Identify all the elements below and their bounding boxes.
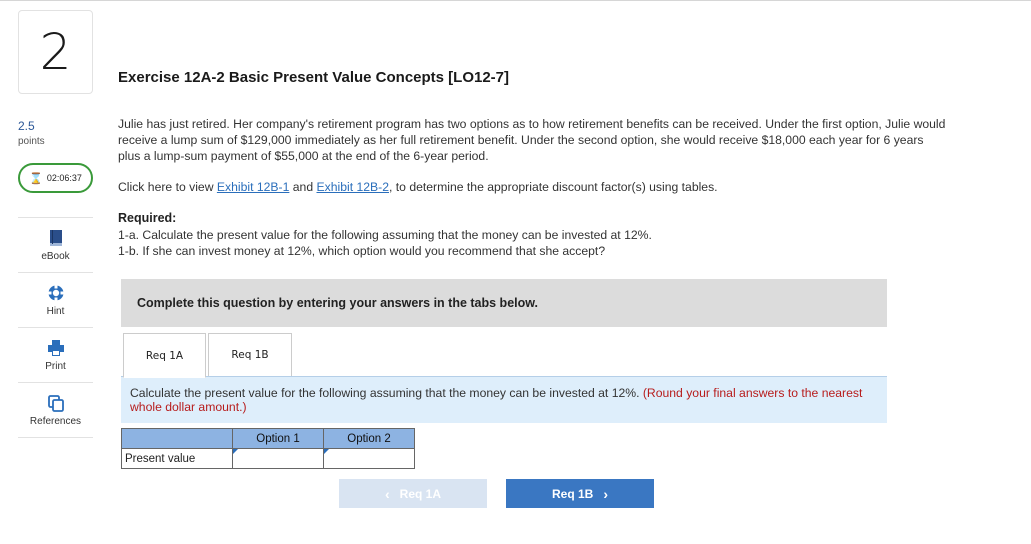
exhibit-and: and <box>289 180 317 194</box>
instruction-box: Calculate the present value for the foll… <box>121 376 887 423</box>
tab-req-1a[interactable]: Req 1A <box>123 333 206 378</box>
exhibit-12b1-link[interactable]: Exhibit 12B-1 <box>217 180 290 194</box>
exhibit-prefix: Click here to view <box>118 180 217 194</box>
points-label: points <box>18 136 45 147</box>
tab-req-1b[interactable]: Req 1B <box>208 333 292 377</box>
rail-label: Hint <box>46 305 65 317</box>
points-value: 2.5 <box>18 119 35 133</box>
next-label: Req 1B <box>551 486 594 501</box>
exhibit-12b2-link[interactable]: Exhibit 12B-2 <box>317 180 390 194</box>
rail-item-ebook[interactable]: eBook <box>18 217 93 272</box>
table-row: Present value <box>121 448 415 469</box>
exercise-title: Exercise 12A-2 Basic Present Value Conce… <box>118 69 510 86</box>
rail-label: eBook <box>41 250 70 262</box>
rail-item-references[interactable]: References <box>18 382 93 438</box>
required-heading: Required: <box>118 211 177 225</box>
next-req-button[interactable]: Req 1B › <box>506 479 654 508</box>
exhibit-suffix: , to determine the appropriate discount … <box>389 180 718 194</box>
rail-label: Print <box>45 360 66 372</box>
book-icon <box>46 229 66 247</box>
timer-badge: ⌛ 02:06:37 <box>18 163 93 193</box>
answer-table: Option 1 Option 2 Present value <box>121 428 415 469</box>
question-number: 2 <box>18 10 93 94</box>
chevron-right-icon: › <box>603 485 608 502</box>
chevron-left-icon: ‹ <box>384 485 390 502</box>
top-divider <box>0 0 1031 1</box>
tool-rail: eBook Hint Print References <box>18 217 93 438</box>
rail-item-print[interactable]: Print <box>18 327 93 382</box>
requirement-1a: 1-a. Calculate the present value for the… <box>118 228 652 242</box>
requirement-1b: 1-b. If she can invest money at 12%, whi… <box>118 244 606 258</box>
complete-banner: Complete this question by entering your … <box>121 279 887 327</box>
problem-text: Julie has just retired. Her company's re… <box>118 117 946 163</box>
header-blank <box>121 428 233 449</box>
option-2-input[interactable] <box>323 448 415 469</box>
hourglass-icon: ⌛ <box>29 172 43 185</box>
printer-icon <box>46 339 66 357</box>
header-option-2: Option 2 <box>323 428 415 449</box>
instruction-text: Calculate the present value for the foll… <box>130 386 643 400</box>
lifebuoy-icon <box>46 284 66 302</box>
option-1-input[interactable] <box>232 448 324 469</box>
copy-icon <box>46 394 66 412</box>
prev-req-button[interactable]: ‹ Req 1A <box>339 479 487 508</box>
exhibit-line: Click here to view Exhibit 12B-1 and Exh… <box>118 180 718 194</box>
timer-value: 02:06:37 <box>46 173 82 183</box>
header-option-1: Option 1 <box>232 428 324 449</box>
prev-label: Req 1A <box>399 486 441 501</box>
table-header-row: Option 1 Option 2 <box>121 428 415 449</box>
rail-label: References <box>29 415 82 427</box>
row-label-present-value: Present value <box>121 448 233 469</box>
rail-item-hint[interactable]: Hint <box>18 272 93 327</box>
